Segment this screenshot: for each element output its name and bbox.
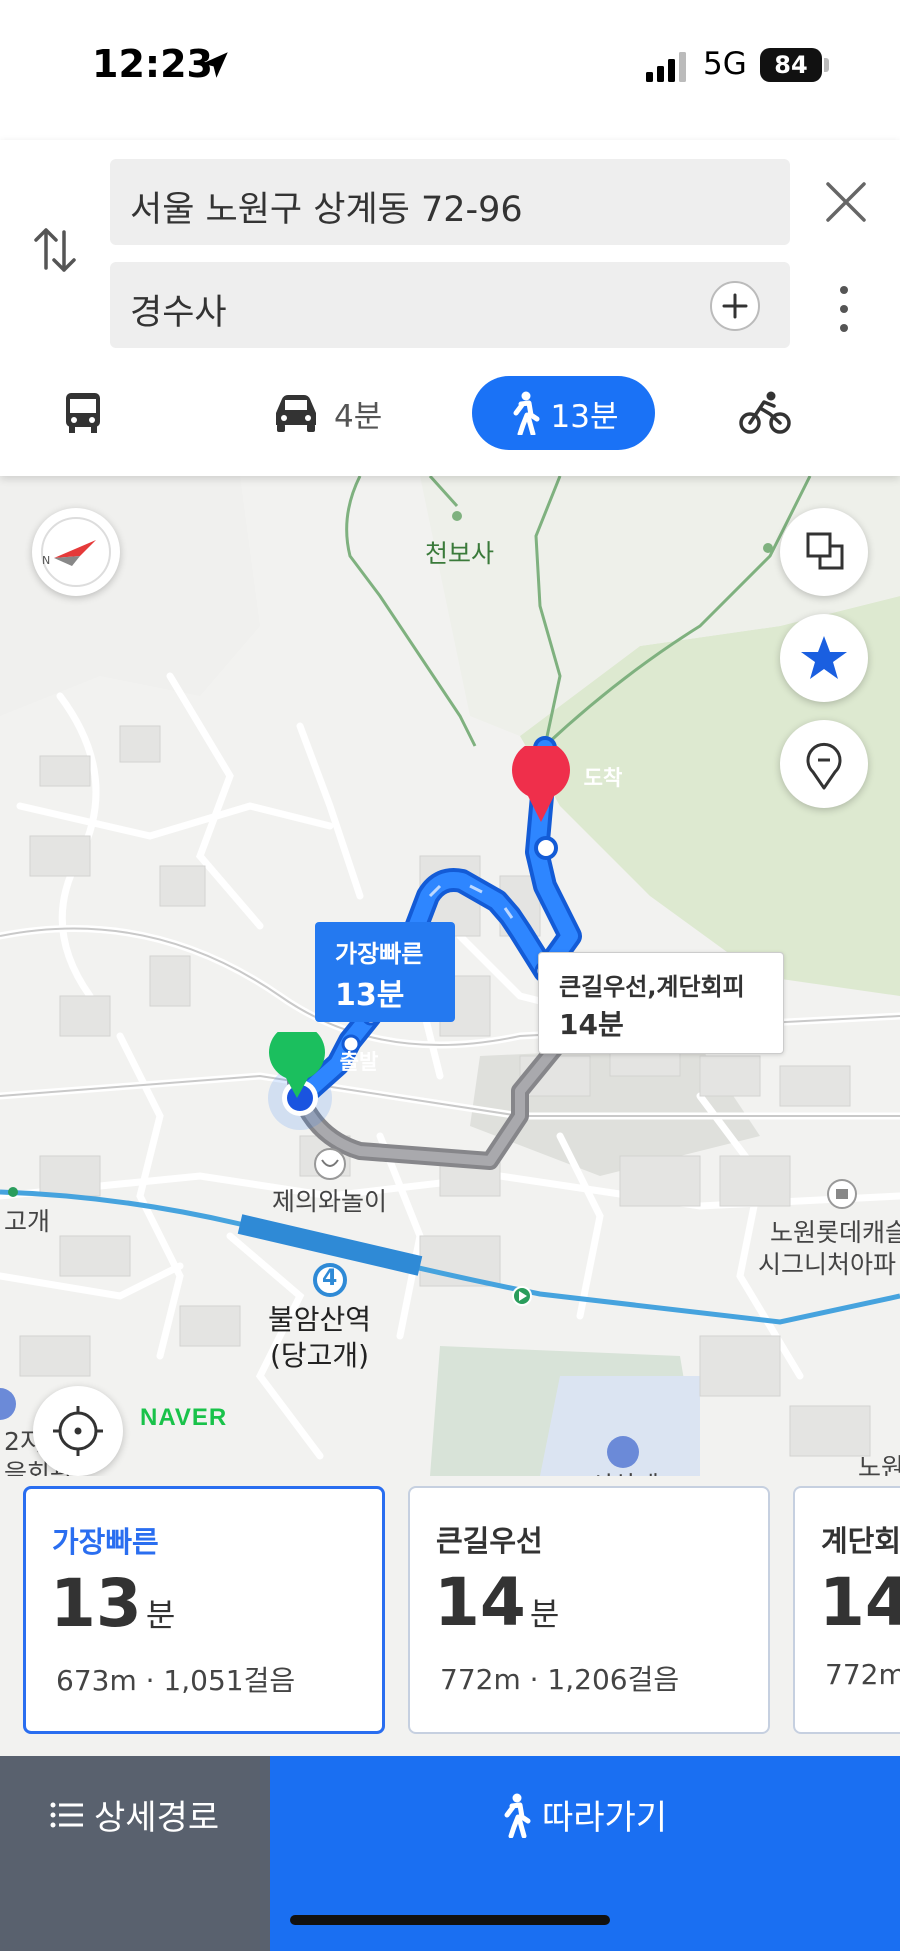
start-pin[interactable]: 출발 — [266, 1024, 378, 1102]
route-minutes-unit: 분 — [145, 1596, 176, 1634]
route-meta: 772m — [825, 1658, 900, 1691]
tab-bike[interactable] — [738, 376, 806, 450]
map-layers-button[interactable] — [780, 508, 868, 596]
route-card-stairs-avoid[interactable]: 계단회 14 772m — [793, 1486, 900, 1734]
route-meta: 673m · 1,051걸음 — [56, 1664, 296, 1697]
route-label: 가장빠른 — [52, 1525, 159, 1559]
add-stop-button[interactable] — [710, 281, 760, 331]
destination-text: 경수사 — [130, 293, 227, 333]
tab-car[interactable]: 4분 — [272, 376, 382, 450]
route-card-main-road[interactable]: 큰길우선 14 분 772m · 1,206걸음 — [408, 1486, 770, 1734]
station-subname: (당고개) — [269, 1339, 370, 1372]
route-details-label: 상세경로 — [94, 1798, 220, 1838]
favorites-button[interactable] — [780, 614, 868, 702]
battery-icon: 84 — [760, 48, 822, 82]
poi-playground-label[interactable]: 제의와놀이 — [272, 1182, 387, 1218]
svg-text:N: N — [42, 554, 50, 567]
list-icon — [50, 1802, 83, 1827]
map-edge-label: 고개 — [4, 1207, 51, 1236]
follow-route-label: 따라가기 — [542, 1798, 668, 1838]
transport-mode-tabs: 4분 13분 — [0, 376, 900, 468]
subway-line-number: 4 — [322, 1266, 338, 1291]
battery-nub — [824, 58, 829, 72]
fastest-route-callout[interactable]: 가장빠른 13분 — [315, 922, 455, 1022]
status-bar: 12:23 5G 84 — [0, 0, 900, 140]
start-pin-icon — [269, 1024, 325, 1098]
route-duration: 13 분 — [50, 1565, 175, 1642]
alternate-route-callout[interactable]: 큰길우선,계단회피 14분 — [538, 952, 784, 1054]
tab-walk[interactable]: 13분 — [472, 376, 655, 450]
plus-icon — [722, 293, 748, 319]
naver-logo: NAVER — [140, 1404, 228, 1431]
route-minutes-unit: 분 — [529, 1595, 560, 1633]
route-label: 계단회 — [821, 1524, 900, 1558]
poi-temple-label[interactable]: 천보사 — [425, 534, 494, 570]
route-search-panel: 서울 노원구 상계동 72-96 경수사 4분 13분 — [0, 140, 900, 476]
alternate-callout-time: 14분 — [559, 1008, 624, 1041]
crosshair-icon — [53, 1406, 103, 1456]
tab-car-label: 4분 — [334, 398, 383, 435]
tab-bus[interactable] — [60, 376, 120, 450]
compass-button[interactable]: N — [32, 508, 120, 596]
station-name: 불암산역 — [268, 1303, 372, 1336]
poi-apartment-label-1[interactable]: 노원롯데캐슬 — [770, 1213, 900, 1249]
car-icon — [276, 395, 316, 432]
close-icon[interactable] — [822, 178, 870, 226]
end-pin-label: 도착 — [583, 766, 623, 790]
poi-apartment-label-2[interactable]: 시그니처아파 — [758, 1245, 896, 1281]
network-type: 5G — [703, 46, 747, 82]
swap-icon[interactable] — [30, 222, 80, 278]
my-location-button[interactable] — [33, 1386, 123, 1476]
fastest-callout-time: 13분 — [335, 978, 405, 1013]
end-pin[interactable]: 도착 — [510, 741, 622, 826]
origin-field[interactable]: 서울 노원구 상계동 72-96 — [110, 159, 790, 245]
walk-icon — [504, 1793, 531, 1838]
compass-icon: N — [41, 517, 111, 587]
route-options: 가장빠른 13 분 673m · 1,051걸음 큰길우선 14 분 772m · … — [0, 1476, 900, 1756]
destination-field[interactable]: 경수사 — [110, 262, 790, 348]
location-arrow-icon — [202, 52, 228, 78]
status-time: 12:23 — [92, 42, 213, 86]
route-label: 큰길우선 — [436, 1524, 543, 1558]
home-indicator[interactable] — [290, 1915, 610, 1925]
fastest-callout-title: 가장빠른 — [335, 940, 424, 968]
saved-places-button[interactable] — [780, 720, 868, 808]
route-duration: 14 — [819, 1564, 900, 1641]
bus-icon — [66, 393, 100, 433]
follow-route-content: 따라가기 — [500, 1790, 667, 1839]
map-edge-label-4: 노원 — [858, 1453, 900, 1476]
signal-icon — [646, 52, 686, 82]
subway-station-label[interactable]: 불암산역 (당고개) — [268, 1302, 371, 1374]
route-minutes: 14 — [434, 1564, 526, 1641]
bike-icon — [739, 391, 791, 434]
tab-walk-label: 13분 — [550, 398, 619, 435]
map-view[interactable]: 천보사 제의와놀이 노원롯데캐슬 시그니처아파 고개 2지구 을회관 노원 시상… — [0, 476, 900, 1476]
route-minutes: 14 — [819, 1564, 900, 1641]
map-edge-label-5: 시상게 — [590, 1466, 659, 1476]
alternate-callout-title: 큰길우선,계단회피 — [559, 973, 745, 1001]
origin-text: 서울 노원구 상계동 72-96 — [130, 190, 523, 230]
route-details-button[interactable]: 상세경로 — [0, 1756, 270, 1951]
start-pin-label: 출발 — [339, 1050, 379, 1074]
more-options-icon[interactable] — [836, 284, 852, 334]
layers-icon — [806, 532, 844, 570]
route-card-fastest[interactable]: 가장빠른 13 분 673m · 1,051걸음 — [23, 1486, 385, 1734]
route-details-content: 상세경로 — [50, 1790, 219, 1839]
walk-icon — [513, 391, 540, 435]
end-pin-icon — [512, 741, 570, 822]
route-meta: 772m · 1,206걸음 — [440, 1663, 680, 1696]
star-icon — [801, 636, 847, 679]
route-duration: 14 분 — [434, 1564, 559, 1641]
place-pin-icon — [806, 742, 842, 790]
route-minutes: 13 — [50, 1565, 142, 1642]
